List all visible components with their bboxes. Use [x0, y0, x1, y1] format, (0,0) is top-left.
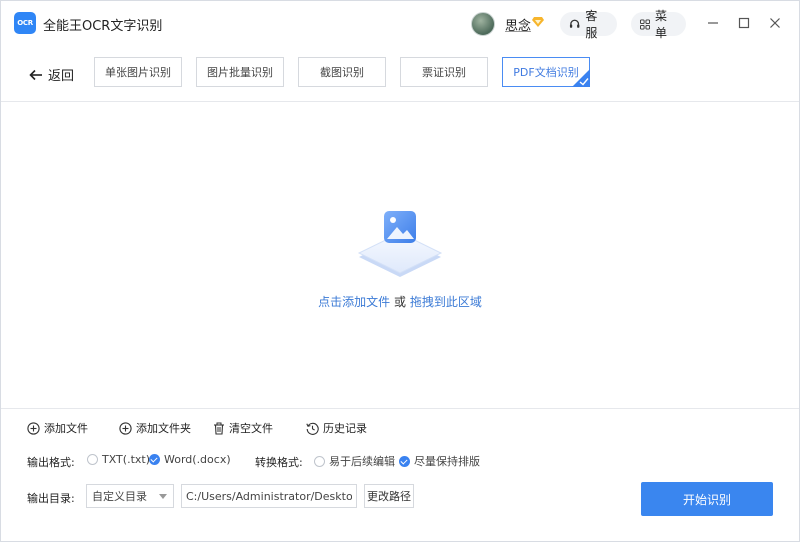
image-upload-illustration-icon: [357, 211, 443, 277]
format-option-txt[interactable]: TXT(.txt): [87, 453, 150, 466]
maximize-button[interactable]: [736, 15, 752, 31]
output-dir-select-value: 自定义目录: [92, 490, 147, 503]
convert-editable-label: 易于后续编辑: [329, 455, 395, 468]
tab-single-image[interactable]: 单张图片识别: [94, 57, 182, 87]
output-dir-select[interactable]: 自定义目录: [86, 484, 174, 508]
history-clock-icon: [306, 422, 319, 435]
minimize-button[interactable]: [705, 15, 721, 31]
chevron-down-icon: [159, 494, 167, 499]
output-path-input[interactable]: [181, 484, 357, 508]
output-dir-label: 输出目录:: [27, 492, 75, 505]
tab-label: 图片批量识别: [207, 66, 273, 79]
tab-ticket[interactable]: 票证识别: [400, 57, 488, 87]
add-file-link[interactable]: 点击添加文件: [318, 295, 390, 309]
tab-pdf-document[interactable]: PDF文档识别: [502, 57, 590, 87]
options-panel: 添加文件 添加文件夹 清空文件 历史记录 输出格式: TXT(.txt) Wor…: [1, 408, 799, 541]
tab-label: 截图识别: [320, 66, 364, 79]
app-logo-icon: OCR: [14, 12, 36, 34]
drag-here-text: 拖拽到此区域: [409, 295, 482, 309]
tab-label: 票证识别: [422, 66, 466, 79]
grid-menu-icon: [640, 18, 651, 30]
start-recognition-button[interactable]: 开始识别: [641, 482, 773, 516]
mode-toolbar: 返回 单张图片识别 图片批量识别 截图识别 票证识别 PDF文档识别: [1, 45, 799, 102]
app-window: OCR 全能王OCR文字识别 思念 客服 菜单 返回 单张图片识别 图片批量识别…: [0, 0, 800, 542]
maximize-icon: [738, 17, 750, 29]
or-text: 或: [390, 295, 410, 309]
file-drop-zone[interactable]: 点击添加文件 或 拖拽到此区域: [1, 102, 799, 408]
convert-option-editable[interactable]: 易于后续编辑: [314, 453, 395, 469]
minimize-icon: [708, 22, 718, 24]
change-path-label: 更改路径: [367, 490, 411, 503]
plus-circle-icon: [27, 421, 40, 435]
avatar[interactable]: [471, 12, 495, 36]
tab-label: 单张图片识别: [105, 66, 171, 79]
radio-checked-icon: [149, 454, 160, 465]
menu-label: 菜单: [655, 9, 668, 40]
headset-icon: [569, 19, 580, 28]
tab-label: PDF文档识别: [513, 66, 579, 79]
add-file-button[interactable]: 添加文件: [27, 420, 88, 436]
convert-keep-layout-label: 尽量保持排版: [414, 455, 480, 468]
history-label: 历史记录: [323, 422, 367, 435]
plus-circle-icon: [119, 421, 132, 435]
arrow-left-icon: [29, 69, 42, 80]
tab-batch-images[interactable]: 图片批量识别: [196, 57, 284, 87]
format-word-label: Word(.docx): [164, 453, 231, 466]
history-button[interactable]: 历史记录: [306, 420, 367, 436]
service-label: 客服: [585, 9, 598, 40]
close-icon: [770, 18, 780, 28]
tab-screenshot[interactable]: 截图识别: [298, 57, 386, 87]
output-format-label: 输出格式:: [27, 456, 75, 469]
add-folder-label: 添加文件夹: [136, 422, 191, 435]
convert-format-label: 转换格式:: [255, 456, 303, 469]
add-folder-button[interactable]: 添加文件夹: [119, 420, 191, 436]
start-recognition-label: 开始识别: [682, 492, 731, 507]
add-file-label: 添加文件: [44, 422, 88, 435]
drop-zone-prompt: 点击添加文件 或 拖拽到此区域: [1, 293, 799, 310]
app-logo-text: OCR: [17, 19, 33, 27]
back-label: 返回: [48, 69, 75, 84]
trash-icon: [214, 422, 224, 435]
format-option-word[interactable]: Word(.docx): [149, 453, 231, 466]
close-button[interactable]: [767, 15, 783, 31]
menu-button[interactable]: 菜单: [631, 9, 686, 40]
clear-files-button[interactable]: 清空文件: [213, 420, 273, 436]
radio-checked-icon: [399, 455, 410, 467]
change-path-button[interactable]: 更改路径: [364, 484, 414, 508]
title-bar: OCR 全能王OCR文字识别 思念 客服 菜单: [1, 1, 799, 45]
convert-option-keep-layout[interactable]: 尽量保持排版: [399, 453, 480, 469]
vip-diamond-icon: [532, 17, 544, 27]
service-button[interactable]: 客服: [560, 9, 617, 40]
format-txt-label: TXT(.txt): [102, 453, 150, 466]
clear-files-label: 清空文件: [229, 422, 273, 435]
username[interactable]: 思念: [505, 15, 531, 34]
selected-corner-check-icon: [572, 69, 590, 87]
app-title: 全能王OCR文字识别: [43, 19, 163, 34]
radio-unchecked-icon: [87, 454, 98, 465]
back-button[interactable]: 返回: [29, 65, 74, 84]
radio-unchecked-icon: [314, 455, 325, 467]
